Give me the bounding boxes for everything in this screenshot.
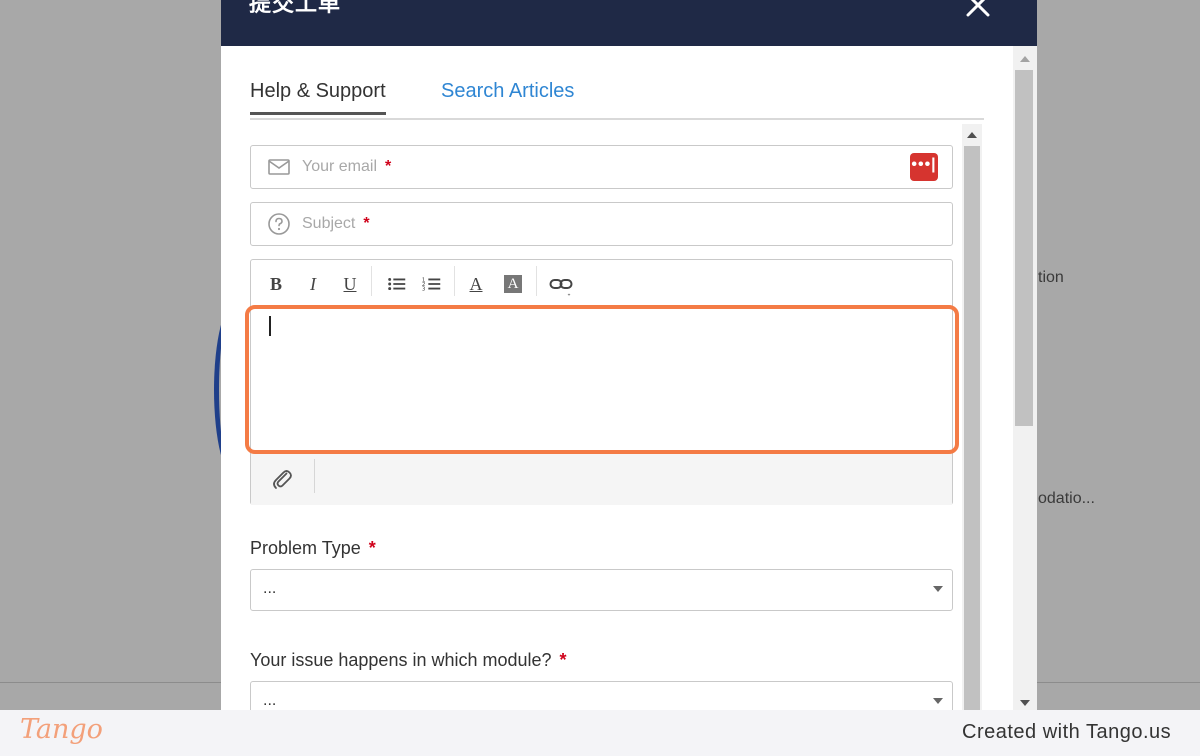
subject-placeholder: Subject * — [302, 215, 370, 232]
created-with-text: Created with Tango.us — [962, 721, 1172, 743]
question-circle-icon — [267, 212, 291, 236]
scroll-down-arrow[interactable] — [1020, 700, 1030, 706]
chevron-down-icon — [933, 698, 943, 704]
paperclip-icon[interactable] — [270, 467, 294, 491]
bullet-list-icon[interactable] — [385, 272, 409, 296]
tango-footer: Tango Created with Tango.us — [0, 710, 1200, 756]
link-icon[interactable] — [549, 272, 573, 296]
scrollbar-thumb[interactable] — [1015, 70, 1033, 426]
scroll-up-arrow[interactable] — [1020, 56, 1030, 62]
background-color-button[interactable]: A — [504, 275, 522, 293]
required-mark: * — [363, 215, 370, 232]
required-mark: * — [559, 650, 567, 670]
module-value: ... — [263, 692, 277, 709]
attachment-bar — [251, 452, 952, 505]
underline-button[interactable]: U — [341, 272, 359, 296]
tab-search-articles[interactable]: Search Articles — [441, 80, 574, 103]
chevron-down-icon — [933, 586, 943, 592]
svg-text:3: 3 — [422, 286, 426, 292]
modal-header: 提交工单 — [221, 0, 1037, 46]
modal-scrollbar[interactable] — [1013, 46, 1037, 710]
module-select[interactable]: ... — [250, 681, 953, 710]
italic-button[interactable]: I — [304, 272, 322, 296]
text-color-button[interactable]: A — [467, 272, 485, 296]
toolbar-divider — [371, 266, 372, 296]
problem-type-value: ... — [263, 580, 277, 597]
modal-title: 提交工单 — [249, 0, 342, 16]
required-mark: * — [385, 158, 392, 175]
tab-help-support[interactable]: Help & Support — [250, 80, 386, 115]
email-field[interactable]: Your email * •••| — [250, 145, 953, 189]
problem-type-select[interactable]: ... — [250, 569, 953, 611]
module-label: Your issue happens in which module? * — [250, 650, 567, 670]
attachment-divider — [314, 459, 315, 493]
editor-toolbar: B I U 123 A A — [251, 260, 952, 306]
problem-type-label: Problem Type * — [250, 538, 376, 558]
password-manager-icon[interactable]: •••| — [910, 153, 938, 181]
required-mark: * — [368, 538, 376, 558]
tab-bar: Help & Support Search Articles — [250, 70, 984, 120]
step-highlight-box — [245, 305, 959, 454]
envelope-icon — [267, 155, 291, 179]
toolbar-divider — [454, 266, 455, 296]
toolbar-divider — [536, 266, 537, 296]
form-scrollbar[interactable] — [962, 124, 982, 710]
bold-button[interactable]: B — [267, 272, 285, 296]
subject-field[interactable]: Subject * — [250, 202, 953, 246]
scrollbar-thumb[interactable] — [964, 146, 980, 710]
background-text: tion — [1038, 269, 1064, 286]
numbered-list-icon[interactable]: 123 — [420, 272, 444, 296]
background-text: odatio... — [1038, 490, 1095, 507]
close-icon[interactable] — [965, 0, 991, 18]
email-placeholder: Your email * — [302, 158, 392, 175]
tango-logo: Tango — [20, 714, 103, 745]
scroll-up-arrow[interactable] — [967, 132, 977, 138]
